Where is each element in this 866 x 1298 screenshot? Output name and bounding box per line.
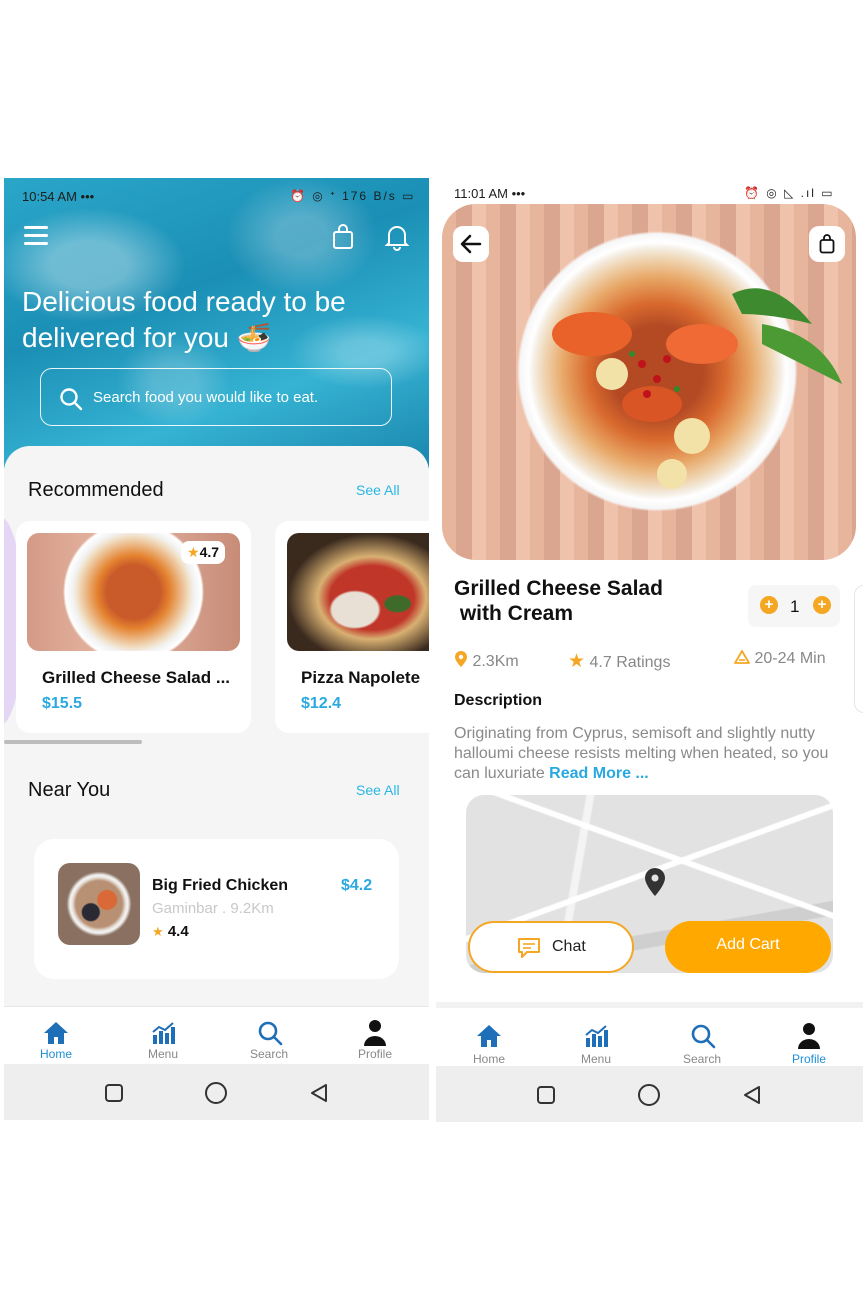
food-name: Grilled Cheese Salad ... [42,668,231,687]
warning-triangle-icon [734,650,750,664]
chart-icon [585,1025,608,1047]
system-nav-bar [4,1064,429,1120]
food-image [287,533,429,651]
chat-bubble-icon [518,938,540,958]
product-title: Grilled Cheese Salad with Cream [454,577,663,625]
back-button[interactable] [453,226,489,262]
hamburger-menu-icon[interactable] [24,226,48,246]
bottom-nav: Home Menu Search Profile [4,1006,429,1064]
near-you-see-all-link[interactable]: See All [356,782,400,798]
search-icon [691,1024,716,1049]
status-icons: ⏰ ◎ ᐩ 176 B/s ▭ [290,189,416,203]
star-icon: ★ [187,544,200,560]
food-price: $4.2 [341,877,373,894]
food-price: $12.4 [301,695,342,712]
profile-icon [364,1020,386,1046]
home-content: Recommended See All ★4.7 Grilled Cheese … [4,446,429,1016]
system-nav-bar [436,1066,863,1122]
add-cart-button[interactable]: Add Cart [665,921,831,973]
decrement-button[interactable]: + [760,596,778,614]
read-more-link[interactable]: Read More ... [549,765,649,782]
near-you-title: Near You [28,779,111,801]
profile-icon [798,1023,820,1049]
home-circle-icon[interactable] [637,1083,661,1107]
shopping-bag-icon[interactable] [332,224,354,250]
status-icons: ⏰ ◎ ◺ .ıl ▭ [744,186,835,200]
bottom-nav: Home Menu Search Profile [436,1008,863,1066]
back-triangle-icon[interactable] [741,1084,763,1106]
ratings-meta: ★ 4.7 Ratings [568,650,670,673]
cart-bag-button[interactable] [809,226,845,262]
chat-label: Chat [552,938,586,955]
horizontal-scrollbar[interactable] [4,740,142,744]
description-text: Originating from Cyprus, semisoft and sl… [454,725,829,782]
map-pin-icon [645,868,665,896]
status-time: 10:54 AM ••• [22,189,95,204]
food-image [58,863,140,945]
recommended-title: Recommended [28,479,164,501]
delivery-time-text: 20-24 Min [754,650,826,667]
distance-text: 2.3Km [472,653,519,670]
recommended-card[interactable]: Pizza Napolete $12.4 [275,521,429,733]
delivery-time-meta: 20-24 Min [734,650,826,668]
ratings-text: 4.7 Ratings [589,654,671,671]
arrow-left-icon [460,234,482,254]
search-icon [60,388,83,411]
food-name: Pizza Napolete [301,668,421,687]
detail-screen: 11:01 AM ••• ⏰ ◎ ◺ .ıl ▭ Grilled Cheese … [436,178,863,1122]
food-location: Gaminbar . 9.2Km [152,900,274,917]
home-icon [44,1022,68,1044]
hero-banner: 10:54 AM ••• ⏰ ◎ ᐩ 176 B/s ▭ Delicious f… [4,178,429,468]
chat-button[interactable]: Chat [468,921,634,973]
recent-apps-icon[interactable] [536,1085,556,1105]
search-placeholder: Search food you would like to eat. [93,389,319,406]
star-icon: ★ [568,651,586,672]
rating-badge: ★4.7 [181,541,226,564]
quantity-stepper: + 1 + [748,585,840,627]
food-price: $15.5 [42,695,83,712]
back-triangle-icon[interactable] [308,1082,330,1104]
search-icon [258,1021,283,1046]
quantity-value: 1 [790,597,800,616]
chart-icon [152,1022,175,1044]
bell-icon[interactable] [384,223,410,251]
search-input[interactable]: Search food you would like to eat. [40,368,392,426]
home-screen: 10:54 AM ••• ⏰ ◎ ᐩ 176 B/s ▭ Delicious f… [4,178,429,1120]
distance-meta: 2.3Km [454,650,519,671]
location-pin-icon [455,651,467,667]
recent-apps-icon[interactable] [104,1083,124,1103]
home-circle-icon[interactable] [204,1081,228,1105]
food-bowl-illustration [552,288,842,489]
shopping-bag-icon [819,234,835,254]
recommended-card[interactable]: ★4.7 Grilled Cheese Salad ... $15.5 [16,521,251,733]
increment-button[interactable]: + [813,596,831,614]
food-rating: ★ 4.4 [152,923,189,940]
product-image [442,204,856,560]
side-card-edge [854,585,863,713]
food-name: Big Fried Chicken [152,877,289,894]
recommended-see-all-link[interactable]: See All [356,482,400,498]
description-heading: Description [454,692,543,709]
hero-title: Delicious food ready to be delivered for… [22,286,346,353]
near-you-card[interactable]: Big Fried Chicken Gaminbar . 9.2Km ★ 4.4… [34,839,399,979]
home-icon [477,1025,501,1047]
star-icon: ★ [152,924,164,939]
status-time: 11:01 AM ••• [454,186,526,201]
